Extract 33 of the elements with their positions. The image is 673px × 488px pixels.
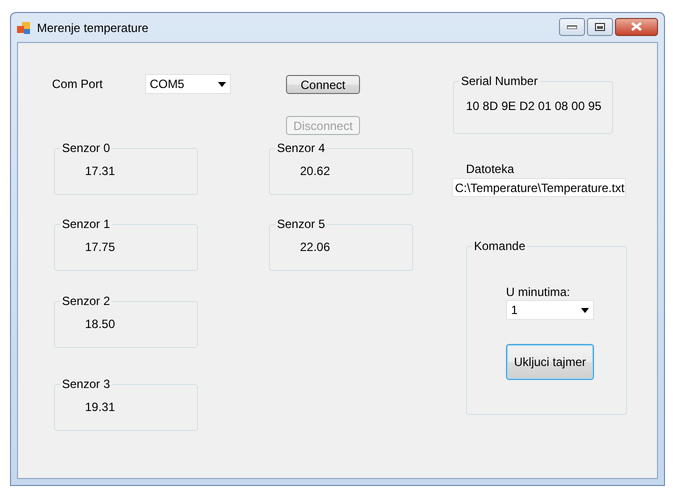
group-title: Senzor 1 <box>61 217 112 231</box>
dropdown-arrow-icon <box>218 82 226 86</box>
minimize-icon <box>567 24 577 28</box>
value-text: 10 8D 9E D2 01 08 00 95 <box>466 99 602 113</box>
maximize-icon <box>595 22 605 30</box>
window-title: Merenje temperature <box>37 20 148 34</box>
interval-label: U minutima: <box>506 285 572 299</box>
minimize-button[interactable] <box>559 18 585 36</box>
app-icon <box>17 22 31 34</box>
group-title: Senzor 3 <box>61 377 112 391</box>
start-timer-button[interactable]: Ukljuci tajmer <box>506 344 594 380</box>
close-button[interactable] <box>615 18 658 36</box>
dropdown-arrow-icon <box>581 308 589 312</box>
connect-button[interactable]: Connect <box>286 75 360 94</box>
maximize-button[interactable] <box>587 18 613 36</box>
com-port-label: Com Port <box>52 77 103 91</box>
value-text: 17.31 <box>85 164 116 178</box>
group-title: Senzor 4 <box>276 141 326 155</box>
file-path-field[interactable]: C:\Temperature\Temperature.txt <box>452 178 626 197</box>
com-port-dropdown[interactable]: COM5 <box>144 74 231 94</box>
group-title: Senzor 5 <box>276 217 326 231</box>
group-title: Senzor 0 <box>61 141 112 155</box>
interval-dropdown[interactable]: 1 <box>506 300 594 320</box>
value-text: 22.06 <box>300 240 332 254</box>
value-text: 17.75 <box>85 240 116 254</box>
value-text: 20.62 <box>300 164 332 178</box>
group-title: Komande <box>473 239 526 253</box>
group-title: Senzor 2 <box>61 294 112 308</box>
file-label: Datoteka <box>466 162 516 176</box>
value-text: 19.31 <box>85 400 116 414</box>
close-icon <box>631 22 642 31</box>
value-text: 18.50 <box>85 317 116 331</box>
group-title: Serial Number <box>460 74 539 88</box>
